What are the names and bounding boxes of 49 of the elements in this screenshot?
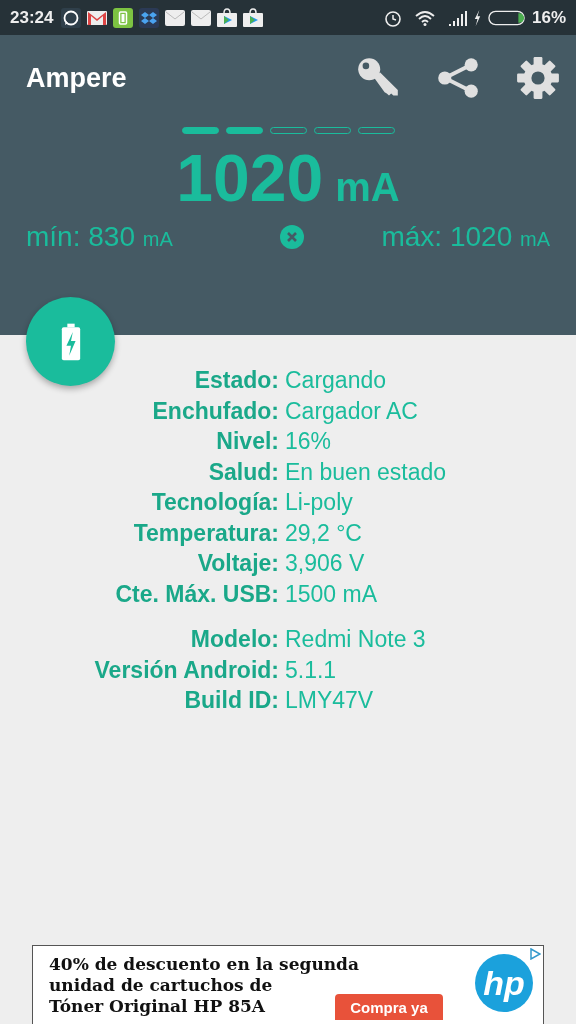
- info-label: Versión Android:: [93, 657, 280, 683]
- info-value: 3,906 V: [285, 551, 366, 577]
- battery-fab[interactable]: [26, 297, 115, 386]
- clock: 23:24: [10, 7, 54, 28]
- info-label: Estado:: [193, 368, 280, 394]
- info-value: Cargando: [285, 368, 388, 394]
- info-value: 29,2 °C: [285, 520, 363, 546]
- app-title: Ampere: [26, 62, 127, 94]
- info-value: LMY47V: [285, 688, 375, 714]
- max-reading: máx: 1020 mA: [381, 220, 550, 253]
- ad-text: 40% de descuento en la segunda: [49, 954, 359, 975]
- info-label: Temperatura:: [132, 520, 280, 546]
- reset-button[interactable]: [280, 224, 305, 249]
- info-label: Enchufado:: [151, 398, 280, 424]
- envelope-icon: [191, 7, 212, 28]
- battery-charging-icon: [59, 321, 82, 362]
- info-label: Salud:: [207, 459, 280, 485]
- info-label: Nivel:: [215, 429, 280, 455]
- box-icon: [139, 7, 160, 28]
- chat-icon: [61, 7, 82, 28]
- info-value: Li-poly: [285, 490, 354, 516]
- ad-text: Tóner Original HP 85A: [49, 996, 266, 1017]
- shopping-bag-icon: [217, 7, 238, 28]
- charging-icon: [472, 8, 482, 27]
- info-value: 1500 mA: [285, 581, 379, 607]
- settings-icon[interactable]: [516, 56, 560, 100]
- info-value: 16%: [285, 429, 333, 455]
- info-label: Cte. Máx. USB:: [114, 581, 280, 607]
- info-value: En buen estado: [285, 459, 448, 485]
- ad-text: unidad de cartuchos de: [49, 975, 273, 996]
- info-label: Tecnología:: [150, 490, 280, 516]
- battery-icon: [487, 9, 526, 26]
- ad-banner[interactable]: 40% de descuento en la segunda unidad de cartuchos de Tóner Original HP 85A Compra ya hp: [32, 945, 544, 1024]
- min-reading: mín: 830 mA: [26, 220, 173, 253]
- current-reading: 1020 mA: [175, 142, 401, 215]
- shopping-bag-icon: [243, 7, 264, 28]
- info-value: 5.1.1: [285, 657, 338, 683]
- battery-percentage: 16%: [531, 7, 566, 28]
- ad-choices-icon[interactable]: [529, 948, 541, 960]
- buy-button[interactable]: Compra ya: [335, 994, 443, 1020]
- logo: hp: [475, 954, 533, 1012]
- envelope-icon: [165, 7, 186, 28]
- battery-icon: [113, 7, 134, 28]
- info-label: Voltaje:: [196, 551, 280, 577]
- info-label: Build ID:: [183, 688, 280, 714]
- info-value: Cargador AC: [285, 398, 419, 424]
- info-value: Redmi Note 3: [285, 627, 427, 653]
- info-label: Modelo:: [189, 627, 280, 653]
- share-icon[interactable]: [436, 56, 480, 100]
